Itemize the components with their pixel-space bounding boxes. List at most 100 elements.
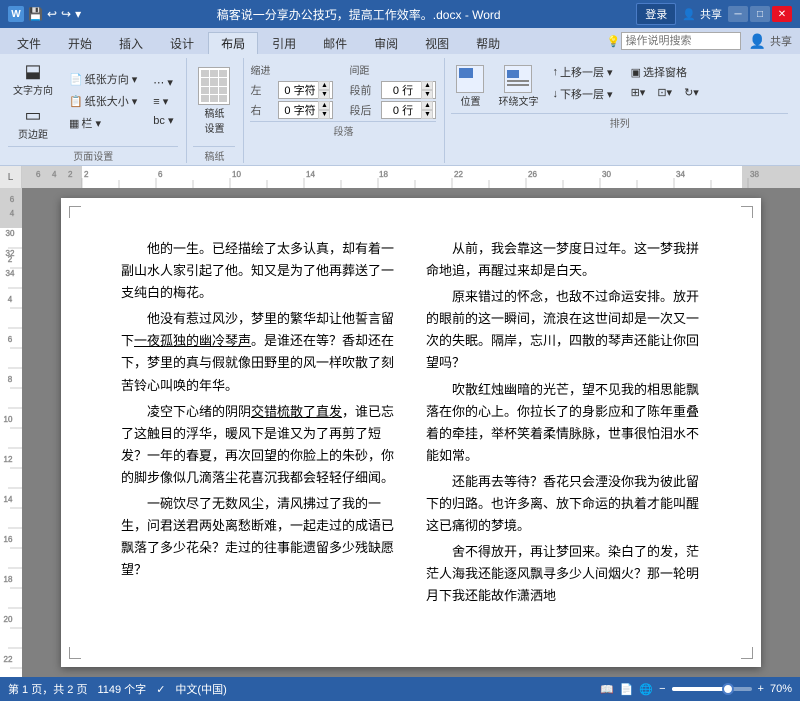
svg-text:16: 16: [4, 535, 13, 544]
word-icon: W: [8, 6, 24, 22]
arrange-label: 排列: [451, 113, 788, 130]
tab-review[interactable]: 审阅: [361, 32, 411, 54]
svg-text:22: 22: [454, 170, 463, 179]
text-direction-button[interactable]: ⬓ 文字方向: [8, 58, 58, 100]
manuscript-controls: 稿纸设置: [193, 58, 235, 144]
user-icon: 👤: [749, 33, 766, 50]
save-button[interactable]: 💾: [28, 7, 43, 21]
margins-button[interactable]: ▭ 页边距: [13, 102, 53, 144]
status-bar: 第 1 页，共 2 页 1149 个字 ✓ 中文(中国) 📖 📄 🌐 − + 7…: [0, 677, 800, 701]
svg-text:30: 30: [602, 170, 611, 179]
indent-left-input[interactable]: 0 字符 ▲ ▼: [278, 81, 333, 99]
manuscript-settings-button[interactable]: 稿纸设置: [193, 64, 235, 138]
indent-right-down[interactable]: ▼: [318, 110, 330, 119]
svg-text:26: 26: [528, 170, 537, 179]
zoom-level[interactable]: 70%: [770, 683, 792, 695]
spacing-before-down[interactable]: ▼: [421, 90, 433, 99]
breaks-button[interactable]: ⋯ ▾: [148, 74, 178, 91]
svg-text:4: 4: [10, 209, 15, 218]
document-area: 4 6 2 4 6 8 10 12 1: [0, 188, 800, 677]
paper-size-button[interactable]: 📋纸张大小 ▾: [64, 91, 142, 111]
spacing-after-up[interactable]: ▲: [421, 101, 433, 110]
view-mode-web[interactable]: 🌐: [639, 683, 653, 696]
tab-home[interactable]: 开始: [55, 32, 105, 54]
word-count: 1149 个字: [97, 681, 146, 697]
spacing-before-input[interactable]: 0 行 ▲ ▼: [381, 81, 436, 99]
group-page-setup: ⬓ 文字方向 ▭ 页边距 📄纸张方向 ▾ 📋纸张大小 ▾: [4, 58, 187, 163]
minimize-button[interactable]: ─: [728, 6, 748, 22]
para-5: 从前，我会靠这一梦度日过年。这一梦我拼命地追，再醒过来却是白天。: [426, 238, 701, 282]
wrap-text-button[interactable]: 环绕文字: [493, 62, 543, 111]
rotate-button[interactable]: ↻▾: [679, 84, 704, 101]
svg-text:14: 14: [306, 170, 315, 179]
svg-text:4: 4: [52, 170, 57, 179]
spacing-after-down[interactable]: ▼: [421, 110, 433, 119]
close-button[interactable]: ✕: [772, 6, 792, 22]
svg-text:4: 4: [8, 295, 13, 304]
send-backward-button[interactable]: ↓下移一层 ▾: [547, 84, 617, 104]
selection-pane-button[interactable]: ▣选择窗格: [626, 62, 704, 82]
svg-text:12: 12: [4, 455, 13, 464]
indent-controls: 缩进 左 0 字符 ▲ ▼ 右: [250, 62, 333, 119]
title-text: 稿客说一分享办公技巧，提高工作效率。.docx - Word: [217, 8, 501, 22]
page-bracket-tr: [741, 206, 753, 218]
view-mode-read[interactable]: 📖: [600, 683, 614, 696]
zoom-in-button[interactable]: +: [758, 683, 764, 695]
tab-help[interactable]: 帮助: [463, 32, 513, 54]
ruler-svg: 2 6 10 14 18 22 26: [22, 166, 800, 188]
group-button[interactable]: ⊡▾: [652, 84, 677, 101]
svg-text:6: 6: [158, 170, 163, 179]
para-3: 凌空下心绪的阴阴交错梳散了直发，谁已忘了这触目的浮华，暖风下是谁又为了再剪了短发…: [121, 401, 396, 489]
indent-right-input[interactable]: 0 字符 ▲ ▼: [278, 101, 333, 119]
tab-view[interactable]: 视图: [412, 32, 462, 54]
bring-forward-button[interactable]: ↑上移一层 ▾: [547, 62, 617, 82]
document-content: 他的一生。已经描绘了太多认真，却有着一副山水人家引起了他。知又是为了他再葬送了一…: [121, 238, 701, 612]
view-mode-print[interactable]: 📄: [620, 683, 634, 696]
svg-text:8: 8: [8, 375, 13, 384]
svg-text:20: 20: [4, 615, 13, 624]
indent-right-up[interactable]: ▲: [318, 101, 330, 110]
indent-left-down[interactable]: ▼: [318, 90, 330, 99]
svg-text:6: 6: [8, 335, 13, 344]
title-bar-right: 登录 👤 共享 ─ □ ✕: [636, 3, 792, 25]
ruler-container: L 2 6 10 14: [0, 166, 800, 188]
maximize-button[interactable]: □: [750, 6, 770, 22]
tab-insert[interactable]: 插入: [106, 32, 156, 54]
para-9: 舍不得放开，再让梦回来。染白了的发，茫茫人海我还能逐风飘寻多少人间烟火？那一轮明…: [426, 541, 701, 607]
zoom-slider[interactable]: [672, 687, 752, 691]
tab-references[interactable]: 引用: [259, 32, 309, 54]
redo-button[interactable]: ↪: [61, 7, 71, 21]
zoom-out-button[interactable]: −: [659, 683, 665, 695]
doc-column-left: 从前，我会靠这一梦度日过年。这一梦我拼命地追，再醒过来却是白天。 原来错过的怀念…: [426, 238, 701, 612]
align-button[interactable]: ⊞▾: [626, 84, 651, 101]
manuscript-label: 稿纸: [193, 146, 235, 163]
spacing-after-input[interactable]: 0 行 ▲ ▼: [381, 101, 436, 119]
page-count: 第 1 页，共 2 页: [8, 681, 87, 697]
svg-text:22: 22: [4, 655, 13, 664]
tab-file[interactable]: 文件: [4, 32, 54, 54]
quick-access-toolbar: 💾 ↩ ↪ ▾: [28, 7, 81, 21]
tab-mailings[interactable]: 邮件: [310, 32, 360, 54]
share-button[interactable]: 共享: [770, 33, 792, 49]
spacing-controls: 间距 段前 0 行 ▲ ▼ 段后: [349, 62, 436, 119]
tab-design[interactable]: 设计: [157, 32, 207, 54]
tab-layout[interactable]: 布局: [208, 32, 258, 54]
login-button[interactable]: 登录: [636, 3, 676, 25]
document-scroll[interactable]: 他的一生。已经描绘了太多认真，却有着一副山水人家引起了他。知又是为了他再葬送了一…: [22, 188, 800, 677]
spacing-before-up[interactable]: ▲: [421, 81, 433, 90]
page-bracket-tl: [69, 206, 81, 218]
share-area: 👤 共享: [682, 6, 722, 22]
ruler-corner[interactable]: L: [0, 166, 22, 188]
orientation-button[interactable]: 📄纸张方向 ▾: [64, 69, 142, 89]
columns-button[interactable]: ▦栏 ▾: [64, 113, 142, 133]
undo-button[interactable]: ↩: [47, 7, 57, 21]
line-numbers-button[interactable]: ≡ ▾: [148, 93, 178, 110]
indent-left-up[interactable]: ▲: [318, 81, 330, 90]
page-bracket-bl: [69, 647, 81, 659]
document-title: 稿客说一分享办公技巧，提高工作效率。.docx - Word: [81, 6, 636, 23]
hyphenation-button[interactable]: bc ▾: [148, 112, 178, 129]
svg-text:10: 10: [4, 415, 13, 424]
position-button[interactable]: 位置: [451, 62, 489, 111]
search-input[interactable]: [621, 32, 741, 50]
svg-text:32: 32: [6, 249, 15, 258]
